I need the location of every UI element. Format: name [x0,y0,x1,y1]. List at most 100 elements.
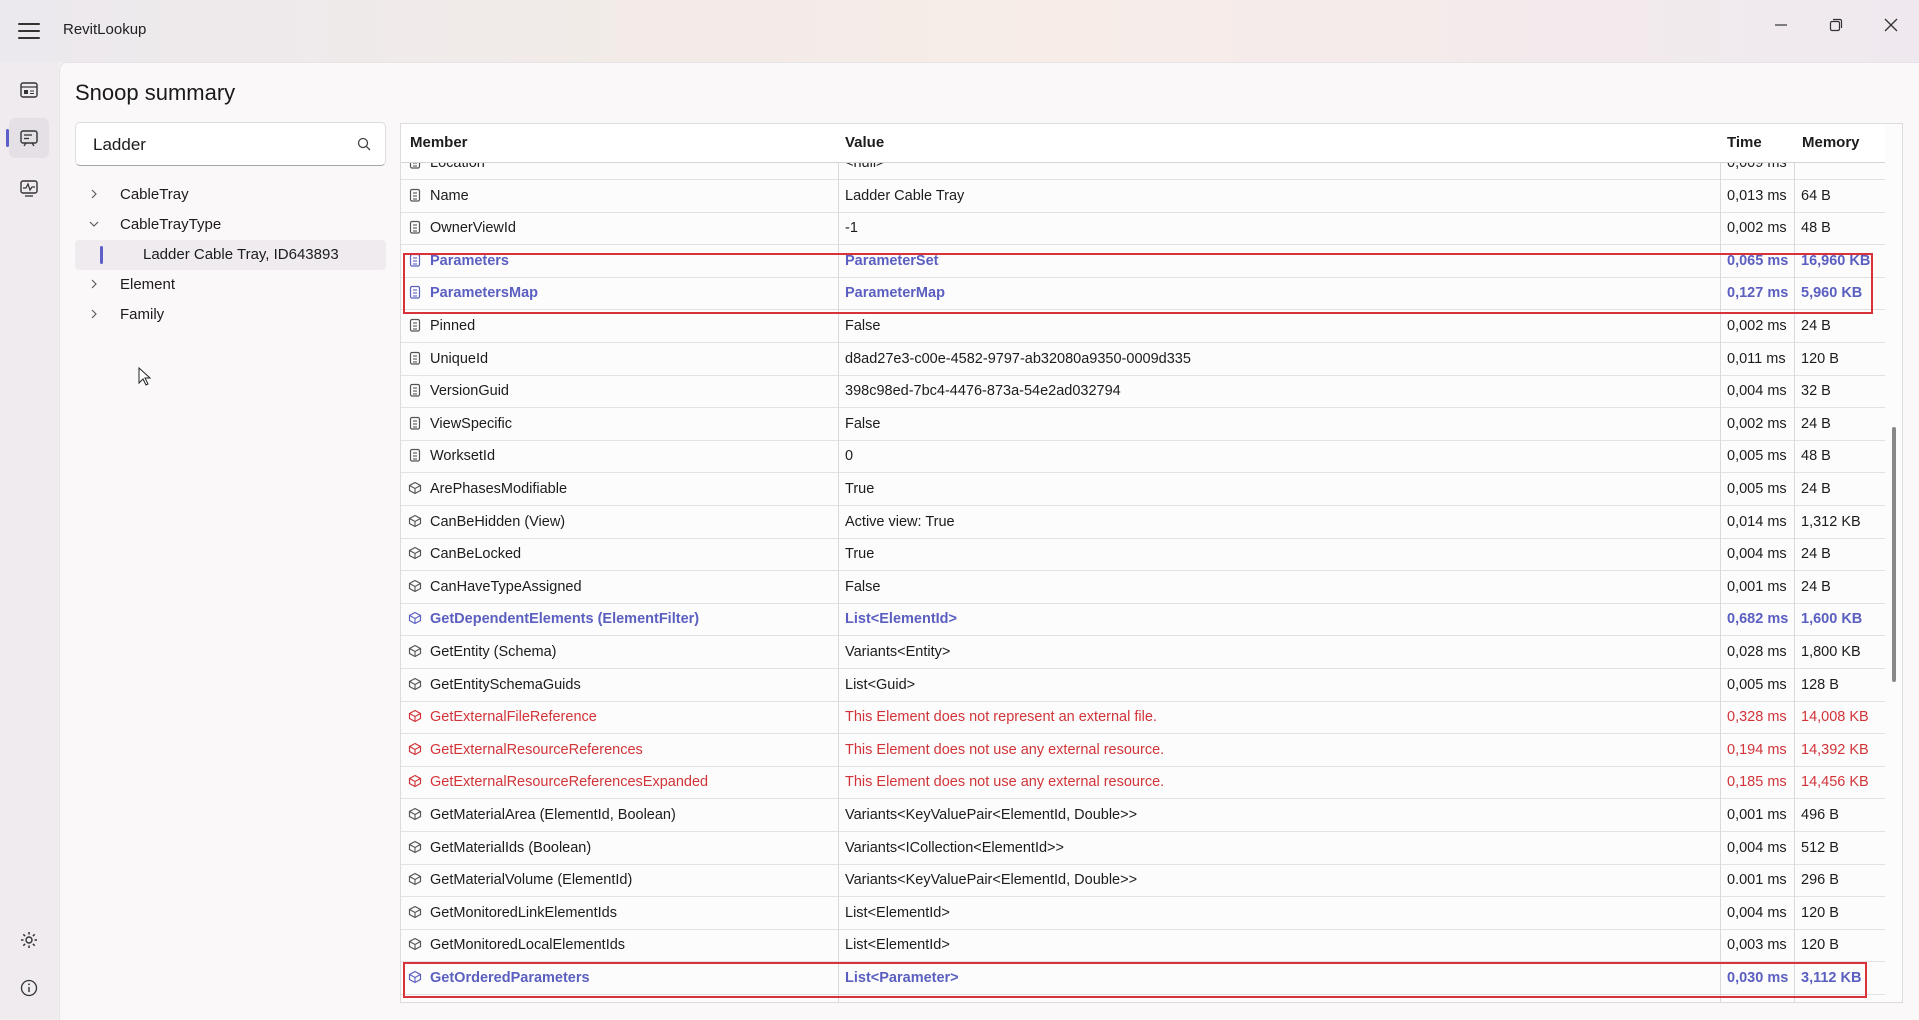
member-name: GetEntity (Schema) [430,644,557,660]
member-time: 0,002 ms [1727,220,1787,237]
table-row[interactable]: UniqueId d8ad27e3-c00e-4582-9797-ab32080a… [401,344,1885,376]
table-row[interactable]: Name Ladder Cable Tray 0,013 ms 64 B [401,181,1885,213]
method-icon [408,709,422,727]
table-row[interactable]: ViewSpecific False 0,002 ms 24 B [401,409,1885,441]
member-value: This Element does not use any external r… [845,741,1165,758]
member-value: 0 [845,448,854,465]
member-time: 0,001 ms [1727,578,1787,595]
member-memory: 24 B [1801,546,1831,563]
member-value: Active view: True [845,513,955,530]
member-value: d8ad27e3-c00e-4582-9797-ab32080a9350-000… [845,350,1191,367]
minimize-button[interactable] [1761,10,1801,40]
tree-item-element[interactable]: Element [75,270,386,300]
table-row[interactable]: GetMonitoredLinkElementIds List<ElementId… [401,898,1885,930]
tree-item-family[interactable]: Family [75,300,386,330]
table-row[interactable]: GetExternalFileReference This Element doe… [401,702,1885,735]
method-icon [408,937,422,955]
search-input[interactable] [91,133,345,157]
property-icon [408,253,422,271]
table-row[interactable]: GetEntity (Schema) Variants<Entity> 0,028 … [401,637,1885,669]
chevron-right-icon[interactable] [89,189,99,199]
member-name: CanBeHidden (View) [430,513,566,530]
member-time: 0,004 ms [1727,839,1787,856]
type-tree: CableTray CableTrayType Ladder Cable Tra… [75,180,386,330]
table-row[interactable]: VersionGuid 398c98ed-7bc4-4476-873a-54e2a… [401,376,1885,409]
close-button[interactable] [1871,10,1911,40]
member-name: GetMaterialVolume (ElementId) [430,872,633,889]
nav-settings[interactable] [9,920,49,960]
nav-events-monitor[interactable] [9,168,49,208]
nav-dashboard[interactable] [9,70,49,110]
table-row[interactable]: ParametersMap ParameterMap 0,127 ms 5,960 K… [401,278,1885,311]
vertical-scrollbar[interactable] [1889,162,1899,1002]
events-monitor-icon [20,180,38,197]
table-row[interactable]: Pinned False 0,002 ms 24 B [401,311,1885,343]
chevron-down-icon[interactable] [89,219,99,229]
scrollbar-thumb[interactable] [1892,427,1896,682]
member-name: ParametersMap [430,285,538,302]
table-row[interactable]: CanBeLocked True 0,004 ms 24 B [401,539,1885,572]
column-header-value[interactable]: Value [845,134,884,151]
table-row[interactable]: GetMaterialVolume (ElementId) Variants<Ke… [401,865,1885,898]
restore-icon [1829,18,1843,32]
search-icon[interactable] [357,137,371,151]
tree-item-ladder-cable-tray[interactable]: Ladder Cable Tray, ID643893 [75,240,386,270]
nav-about[interactable] [9,968,49,1008]
member-time: 0,011 ms [1727,350,1786,367]
chevron-right-icon[interactable] [89,279,99,289]
member-time: 0,004 ms [1727,383,1787,400]
member-name: GetOrderedParameters [430,970,590,986]
table-row[interactable]: GetExternalResourceReferencesExpanded Thi… [401,767,1885,800]
method-icon [408,546,422,564]
property-icon [408,285,422,303]
member-memory: 128 B [1801,676,1839,693]
table-row[interactable]: GetMaterialArea (ElementId, Boolean) Vari… [401,800,1885,832]
member-value: This Element does not use any external r… [845,774,1165,791]
table-row[interactable]: GetMaterialIds (Boolean) Variants<ICollec… [401,833,1885,865]
table-row[interactable]: CanBeHidden (View) Active view: True 0,014… [401,507,1885,539]
column-header-member[interactable]: Member [410,134,468,151]
property-icon [408,188,422,206]
table-row[interactable]: CanHaveTypeAssigned False 0,001 ms 24 B [401,572,1885,604]
table-row[interactable]: GetExternalResourceReferences This Elemen… [401,735,1885,767]
table-row[interactable]: GetOrderedParameters List<Parameter> 0,030… [401,963,1885,995]
member-memory: 48 B [1801,220,1831,237]
member-value[interactable]: ParameterMap [845,285,945,301]
table-row[interactable]: OwnerViewId -1 0,002 ms 48 B [401,213,1885,246]
member-value[interactable]: List<ElementId> [845,611,957,627]
member-name: OwnerViewId [430,220,516,237]
navigation-rail [0,62,58,1019]
nav-snoop-summary[interactable] [6,118,49,158]
column-divider [1720,124,1721,1002]
property-icon [408,318,422,336]
column-divider [1794,124,1795,1002]
snoop-summary-icon [20,130,38,147]
tree-item-cabletray[interactable]: CableTray [75,180,386,210]
member-value: List<ElementId> [845,937,950,954]
members-grid: Member Value Time Memory Location <null> 0… [400,123,1903,1003]
table-row[interactable]: Parameters ParameterSet 0,065 ms 16,960 KB [401,246,1885,278]
property-icon [408,416,422,434]
column-header-memory[interactable]: Memory [1802,134,1860,151]
member-value[interactable]: List<Parameter> [845,970,959,986]
member-name: CanHaveTypeAssigned [430,578,582,595]
member-time: 0,028 ms [1727,644,1787,660]
info-icon [20,979,38,997]
search-box[interactable] [75,122,386,166]
table-row[interactable]: GetDependentElements (ElementFilter) List… [401,604,1885,637]
table-row[interactable]: ArePhasesModifiable True 0,005 ms 24 B [401,474,1885,506]
settings-icon [21,932,37,948]
hamburger-icon[interactable] [18,20,40,39]
close-icon [1884,18,1898,32]
chevron-right-icon[interactable] [89,309,99,319]
member-value[interactable]: ParameterSet [845,253,939,269]
column-header-time[interactable]: Time [1727,134,1762,151]
restore-button[interactable] [1816,10,1856,40]
tree-item-cabletraytype[interactable]: CableTrayType [75,210,386,240]
tree-item-label: Ladder Cable Tray, ID643893 [143,246,339,263]
member-name: GetMaterialIds (Boolean) [430,839,592,856]
table-row[interactable]: GetMonitoredLocalElementIds List<ElementI… [401,930,1885,963]
member-value: Variants<ICollection<ElementId>> [845,839,1064,856]
table-row[interactable]: WorksetId 0 0,005 ms 48 B [401,441,1885,474]
table-row[interactable]: GetEntitySchemaGuids List<Guid> 0,005 ms 12… [401,670,1885,702]
